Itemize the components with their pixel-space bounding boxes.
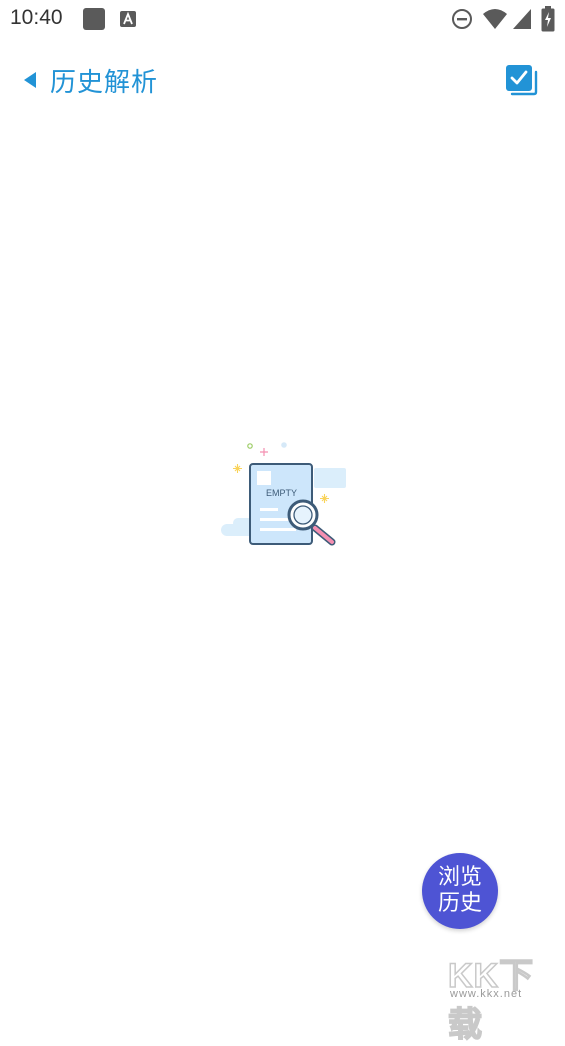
status-time: 10:40 [10, 6, 63, 29]
toolbar: 历史解析 [0, 55, 565, 107]
wifi-icon [483, 9, 507, 29]
fab-label-line2: 历史 [437, 891, 482, 916]
text-a-icon [120, 11, 136, 27]
battery-charging-icon [541, 6, 555, 32]
fab-label-line1: 浏览 [437, 865, 482, 890]
empty-state-illustration: EMPTY [221, 442, 346, 546]
multi-select-checkbox-icon[interactable] [504, 63, 538, 97]
watermark-url: www.kkx.net [450, 988, 523, 1000]
status-bar: 10:40 [0, 0, 565, 38]
empty-label: EMPTY [266, 488, 297, 498]
app-square-icon [83, 8, 105, 30]
page-title: 历史解析 [50, 68, 159, 98]
back-arrow-icon[interactable] [22, 71, 38, 89]
watermark: KK下载 www.kkx.net [444, 948, 562, 1045]
browse-history-button[interactable]: 浏览 历史 [422, 853, 498, 929]
signal-icon [513, 9, 531, 29]
do-not-disturb-icon [452, 9, 472, 29]
